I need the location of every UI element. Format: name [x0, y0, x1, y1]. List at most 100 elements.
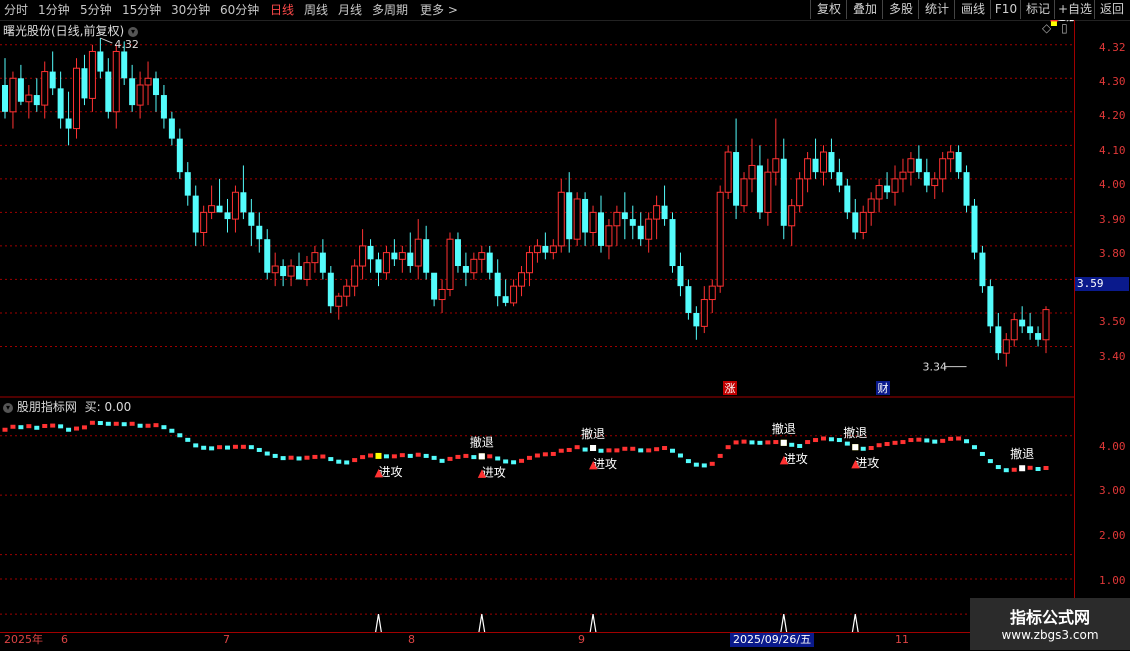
- indicator-dot-down: [971, 445, 977, 450]
- timeframe-1min[interactable]: 1分钟: [38, 0, 70, 20]
- candle-body-down: [987, 286, 994, 327]
- indicator-dot-up: [868, 446, 874, 451]
- candle-body-down: [105, 71, 112, 112]
- timeframe-multi[interactable]: 多周期: [372, 0, 408, 20]
- candle-body-down: [280, 266, 287, 277]
- indicator-dot-up: [1043, 465, 1049, 470]
- indicator-dot-down: [979, 451, 985, 456]
- overlay-button[interactable]: 叠加: [846, 0, 883, 19]
- timeframe-more[interactable]: 更多 >: [420, 0, 458, 20]
- timeframe-monthly[interactable]: 月线: [338, 0, 362, 20]
- watermark: 指标公式网 www.zbgs3.com: [970, 598, 1130, 650]
- candle-body-down: [264, 239, 271, 273]
- candle-body-down: [486, 252, 493, 273]
- candle-body-down: [844, 185, 851, 213]
- top-toolbar: 分时 1分钟 5分钟 15分钟 30分钟 60分钟 日线 周线 月线 多周期 更…: [0, 0, 1130, 21]
- indicator-tick: 3.00: [1099, 484, 1126, 497]
- retreat-marker: [590, 445, 597, 452]
- indicator-dot-down: [105, 421, 111, 426]
- add-watchlist-button[interactable]: +自选: [1054, 0, 1095, 19]
- mark-button[interactable]: 标记: [1020, 0, 1055, 19]
- indicator-dot-down: [789, 442, 795, 447]
- candle-body-down: [375, 259, 382, 273]
- candlestick-chart[interactable]: 进攻▲进攻▲进攻▲进攻▲进攻▲进攻▲进攻▲进攻▲撤退撤退撤退撤退撤退撤退撤退撤退…: [0, 20, 1074, 632]
- indicator-dot-down: [18, 425, 24, 430]
- date-label: 9: [578, 633, 585, 646]
- retreat-marker: [780, 439, 787, 446]
- timeframe-60min[interactable]: 60分钟: [220, 0, 259, 20]
- candle-body-down: [685, 286, 692, 313]
- candle-body-down: [963, 172, 970, 206]
- indicator-dot-down: [344, 460, 350, 465]
- indicator-dot-up: [892, 440, 898, 445]
- timeframe-daily[interactable]: 日线: [270, 0, 294, 20]
- candle-body-up: [470, 258, 478, 274]
- candle-body-down: [256, 225, 263, 240]
- retreat-marker: [852, 444, 859, 451]
- indicator-dot-down: [995, 465, 1001, 470]
- candle-body-up: [764, 171, 772, 213]
- signal-spike: [851, 614, 859, 632]
- candle-body-up: [510, 285, 518, 304]
- indicator-dot-down: [924, 438, 930, 443]
- candle-body-up: [700, 299, 708, 327]
- retreat-label: 撤退: [1066, 20, 1074, 23]
- timeframe-30min[interactable]: 30分钟: [171, 0, 210, 20]
- candle-body-up: [533, 245, 541, 254]
- indicator-dot-up: [662, 446, 668, 451]
- candle-body-down: [677, 266, 684, 287]
- timeframe-weekly[interactable]: 周线: [304, 0, 328, 20]
- timeframe-5min[interactable]: 5分钟: [80, 0, 112, 20]
- indicator-dot-down: [439, 458, 445, 463]
- multi-stock-button[interactable]: 多股: [882, 0, 919, 19]
- indicator-dot-down: [797, 443, 803, 448]
- back-button[interactable]: 返回: [1094, 0, 1129, 19]
- timeframe-1min-tick[interactable]: 分时: [4, 0, 28, 20]
- candle-body-up: [645, 218, 653, 240]
- candle-body-up: [311, 252, 319, 264]
- retreat-marker: [1019, 465, 1026, 472]
- price-tick: 4.32: [1099, 41, 1126, 54]
- indicator-dot-up: [614, 448, 620, 453]
- f10-button[interactable]: F10: [990, 0, 1021, 19]
- candle-body-down: [1035, 333, 1042, 340]
- candle-body-down: [192, 195, 199, 233]
- candle-body-up: [859, 211, 867, 233]
- candle-body-down: [780, 158, 787, 226]
- candle-body-up: [200, 211, 208, 233]
- candle-body-up: [1002, 339, 1010, 354]
- timeframe-15min[interactable]: 15分钟: [122, 0, 161, 20]
- draw-line-button[interactable]: 画线: [954, 0, 991, 19]
- candle-body-up: [573, 198, 581, 240]
- indicator-dot-down: [97, 421, 103, 426]
- candle-body-down: [152, 78, 159, 96]
- candle-body-up: [73, 67, 81, 130]
- candle-body-down: [176, 138, 183, 173]
- candle-body-up: [287, 265, 295, 277]
- candle-body-up: [804, 158, 812, 180]
- watermark-title: 指标公式网: [1009, 608, 1090, 627]
- indicator-dot-up: [574, 445, 580, 450]
- candle-body-up: [708, 285, 716, 301]
- candle-body-down: [240, 192, 247, 213]
- indicator-dot-down: [685, 459, 691, 464]
- candle-body-down: [319, 252, 326, 273]
- candle-body-down: [423, 239, 430, 273]
- candle-body-down: [407, 252, 414, 267]
- candle-body-up: [88, 50, 96, 99]
- candle-body-down: [224, 212, 231, 220]
- statistics-button[interactable]: 统计: [918, 0, 955, 19]
- attack-arrow-icon: ▲: [478, 466, 487, 479]
- price-axis: 4.32 4.30 4.20 4.10 4.00 3.90 3.80 3.70 …: [1074, 20, 1130, 632]
- candle-body-up: [557, 191, 565, 247]
- adjust-button[interactable]: 复权: [810, 0, 847, 19]
- indicator-dot-down: [757, 440, 763, 445]
- indicator-dot-down: [693, 462, 699, 467]
- indicator-dot-down: [256, 447, 262, 452]
- candle-body-down: [494, 272, 501, 297]
- retreat-label: 撤退: [470, 434, 494, 449]
- candle-body-down: [129, 78, 136, 106]
- indicator-dot-down: [296, 456, 302, 461]
- candle-body-up: [112, 50, 120, 113]
- candle-body-up: [208, 205, 216, 213]
